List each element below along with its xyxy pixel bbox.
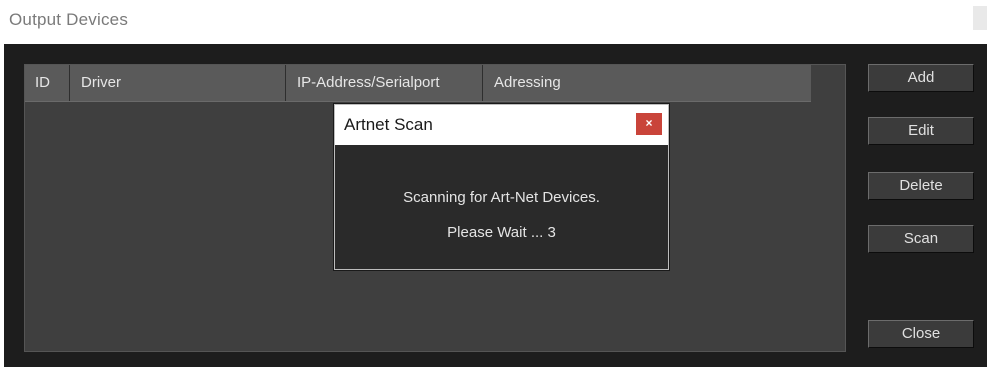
- column-header-ip-address[interactable]: IP-Address/Serialport: [286, 65, 483, 101]
- dialog-body: Scanning for Art-Net Devices. Please Wai…: [335, 145, 668, 269]
- window-title-bar[interactable]: Output Devices: [0, 0, 987, 40]
- close-button[interactable]: Close: [868, 320, 974, 348]
- edit-button[interactable]: Edit: [868, 117, 974, 145]
- artnet-scan-dialog: Artnet Scan × Scanning for Art-Net Devic…: [334, 104, 669, 270]
- column-header-id[interactable]: ID: [25, 65, 70, 101]
- delete-button[interactable]: Delete: [868, 172, 974, 200]
- dialog-title-bar[interactable]: Artnet Scan ×: [335, 105, 668, 145]
- column-header-driver[interactable]: Driver: [70, 65, 286, 101]
- scan-button[interactable]: Scan: [868, 225, 974, 253]
- dialog-title: Artnet Scan: [344, 115, 433, 134]
- scan-status-message: Scanning for Art-Net Devices.: [403, 189, 600, 206]
- list-header-row: ID Driver IP-Address/Serialport Adressin…: [25, 65, 811, 102]
- window-title: Output Devices: [9, 10, 129, 29]
- column-header-addressing[interactable]: Adressing: [483, 65, 811, 101]
- window-control-edge[interactable]: [973, 6, 987, 30]
- add-button[interactable]: Add: [868, 64, 974, 92]
- output-devices-window: Output Devices ID Driver IP-Address/Seri…: [0, 0, 987, 367]
- close-icon[interactable]: ×: [636, 113, 662, 135]
- scan-countdown-message: Please Wait ... 3: [447, 224, 556, 241]
